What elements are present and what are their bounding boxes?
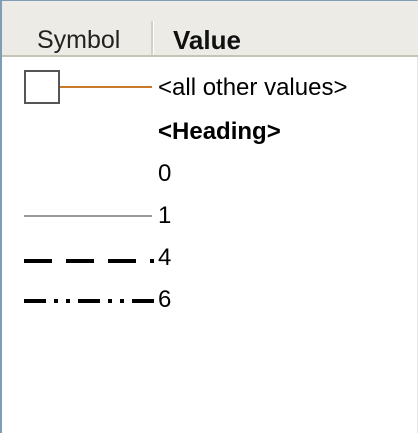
list-item-value-0[interactable]: 0 — [2, 155, 418, 195]
list-item-value-1[interactable]: 1 — [2, 197, 418, 237]
list-item-label: <Heading> — [158, 118, 281, 145]
thin-solid-line-icon[interactable] — [2, 197, 162, 237]
symbology-list-panel: Symbol Value <all other values> <Heading… — [0, 0, 418, 433]
list-item-label: 1 — [158, 202, 172, 229]
line-symbol-icon[interactable] — [2, 69, 162, 109]
list-item-label: 0 — [158, 160, 172, 187]
dashed-line-icon[interactable] — [2, 239, 162, 279]
list-header: Symbol Value — [2, 1, 418, 57]
column-divider-highlight — [153, 21, 154, 55]
dash-dot-dot-line-icon[interactable] — [2, 281, 162, 321]
list-item-label: 4 — [158, 244, 172, 271]
list-item-heading[interactable]: <Heading> — [2, 113, 418, 153]
column-header-symbol[interactable]: Symbol — [37, 25, 120, 55]
column-header-value[interactable]: Value — [173, 25, 241, 55]
list-item-all-other-values[interactable]: <all other values> — [2, 69, 418, 109]
list-item-label: 6 — [158, 286, 172, 313]
list-item-label: <all other values> — [158, 74, 348, 101]
list-item-value-4[interactable]: 4 — [2, 239, 418, 279]
list-item-value-6[interactable]: 6 — [2, 281, 418, 321]
